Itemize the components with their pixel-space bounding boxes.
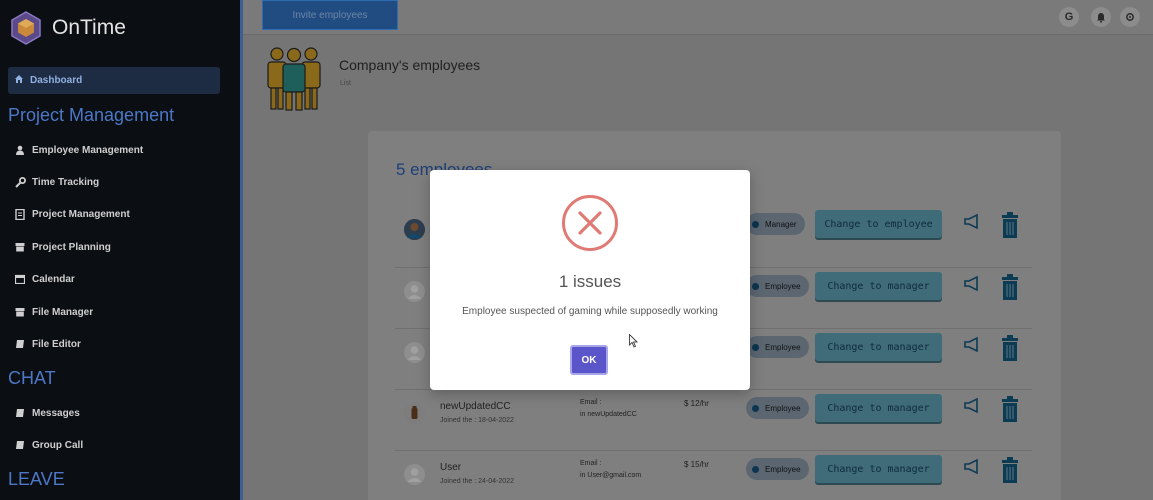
- table-row: newUpdatedCC Joined the : 18-04-2022 Ema…: [395, 389, 1032, 449]
- bell-icon[interactable]: [1091, 7, 1111, 27]
- change-role-button[interactable]: Change to manager: [815, 272, 942, 300]
- trash-icon[interactable]: [1000, 212, 1020, 238]
- employee-joined-date: Joined the : 18-04-2022: [440, 417, 514, 424]
- role-dot-icon: [752, 465, 759, 473]
- sidebar-item-project-planning[interactable]: Project Planning: [14, 239, 111, 255]
- employee-email-label: Email :: [580, 460, 602, 467]
- user-icon: [14, 144, 26, 156]
- megaphone-icon[interactable]: [963, 275, 981, 293]
- role-label: Employee: [765, 464, 801, 474]
- role-label: Manager: [765, 219, 797, 229]
- change-role-button[interactable]: Change to manager: [815, 394, 942, 422]
- sidebar-item-label: Time Tracking: [32, 176, 100, 188]
- topbar: Invite employees G: [243, 0, 1153, 35]
- employee-rate: $ 15/hr: [684, 460, 709, 469]
- role-badge: Employee: [746, 336, 809, 358]
- role-badge: Manager: [746, 213, 805, 235]
- brand[interactable]: OnTime: [10, 10, 126, 46]
- change-role-button[interactable]: Change to manager: [815, 333, 942, 361]
- home-icon: [14, 74, 24, 87]
- role-badge: Employee: [746, 275, 809, 297]
- page-title: Company's employees: [339, 57, 481, 73]
- invite-employees-button[interactable]: Invite employees: [262, 0, 398, 30]
- megaphone-icon[interactable]: [963, 336, 981, 354]
- sidebar-item-label: Group Call: [32, 439, 84, 451]
- employee-email: in User@gmail.com: [580, 472, 642, 479]
- employee-joined-date: Joined the : 24-04-2022: [440, 478, 514, 485]
- sidebar-divider: [240, 0, 243, 500]
- employee-name: User: [440, 462, 462, 473]
- avatar: [404, 281, 425, 302]
- page-subtitle: List: [340, 80, 351, 87]
- error-x-icon: [562, 195, 618, 251]
- employee-rate: $ 12/hr: [684, 399, 709, 408]
- modal-title: 1 issues: [558, 272, 622, 291]
- role-dot-icon: [752, 220, 759, 228]
- avatar: [404, 464, 425, 485]
- wrench-icon: [14, 176, 26, 188]
- archive-icon: [14, 241, 26, 253]
- sidebar-item-file-editor[interactable]: File Editor: [14, 336, 81, 352]
- book-icon: [14, 439, 26, 451]
- section-title-project-management: Project Management: [8, 105, 175, 125]
- calendar-icon: [14, 273, 26, 285]
- role-dot-icon: [752, 343, 759, 351]
- sidebar-item-label: Employee Management: [32, 144, 144, 156]
- change-role-button[interactable]: Change to employee: [815, 210, 942, 238]
- employees-group-icon: [267, 47, 321, 111]
- trash-icon[interactable]: [1000, 457, 1020, 483]
- sidebar-item-calendar[interactable]: Calendar: [14, 271, 75, 287]
- role-badge: Employee: [746, 458, 809, 480]
- avatar: [404, 403, 425, 424]
- avatar: [404, 219, 425, 240]
- mouse-cursor-icon: [629, 334, 638, 348]
- sidebar-item-group-call[interactable]: Group Call: [14, 437, 83, 453]
- modal-message: Employee suspected of gaming while suppo…: [462, 306, 718, 317]
- app-name: OnTime: [52, 16, 126, 39]
- user-avatar[interactable]: G: [1059, 7, 1079, 27]
- megaphone-icon[interactable]: [963, 213, 981, 231]
- role-label: Employee: [765, 281, 801, 291]
- sidebar-item-file-manager[interactable]: File Manager: [14, 304, 93, 320]
- avatar: [404, 342, 425, 363]
- archive-icon: [14, 306, 26, 318]
- role-dot-icon: [752, 282, 759, 290]
- role-badge: Employee: [746, 397, 809, 419]
- employee-name: newUpdatedCC: [440, 401, 511, 412]
- sidebar-item-employee-management[interactable]: Employee Management: [14, 142, 143, 158]
- role-label: Employee: [765, 342, 801, 352]
- book-icon: [14, 407, 26, 419]
- role-label: Employee: [765, 403, 801, 413]
- sidebar-item-label: File Manager: [32, 306, 94, 318]
- ontime-logo-icon: [11, 11, 41, 45]
- sidebar-item-label: Project Planning: [32, 241, 111, 253]
- sidebar-item-dashboard[interactable]: Dashboard: [8, 67, 220, 94]
- section-title-chat: CHAT: [8, 368, 56, 388]
- trash-icon[interactable]: [1000, 396, 1020, 422]
- role-dot-icon: [752, 404, 759, 412]
- trash-icon[interactable]: [1000, 335, 1020, 361]
- megaphone-icon[interactable]: [963, 397, 981, 415]
- sidebar-item-label: Dashboard: [30, 75, 83, 86]
- sidebar-item-label: File Editor: [32, 338, 81, 350]
- sidebar-item-label: Calendar: [32, 273, 75, 285]
- section-title-leave: LEAVE: [8, 469, 65, 489]
- employee-email-label: Email :: [580, 399, 602, 406]
- megaphone-icon[interactable]: [963, 458, 981, 476]
- issues-modal: 1 issues Employee suspected of gaming wh…: [430, 170, 750, 390]
- sidebar: OnTime Dashboard Project Management Empl…: [0, 0, 240, 500]
- sidebar-item-label: Project Management: [32, 208, 130, 220]
- sidebar-item-label: Messages: [32, 407, 80, 419]
- trash-icon[interactable]: [1000, 274, 1020, 300]
- settings-icon[interactable]: [1120, 7, 1140, 27]
- table-row: User Joined the : 24-04-2022 Email : in …: [395, 450, 1032, 500]
- ok-button[interactable]: OK: [570, 345, 608, 375]
- employee-email: in newUpdatedCC: [580, 411, 637, 418]
- sidebar-item-messages[interactable]: Messages: [14, 405, 80, 421]
- sidebar-item-time-tracking[interactable]: Time Tracking: [14, 174, 99, 190]
- change-role-button[interactable]: Change to manager: [815, 455, 942, 483]
- notebook-icon: [14, 208, 26, 220]
- sidebar-item-project-management[interactable]: Project Management: [14, 206, 130, 222]
- book-icon: [14, 338, 26, 350]
